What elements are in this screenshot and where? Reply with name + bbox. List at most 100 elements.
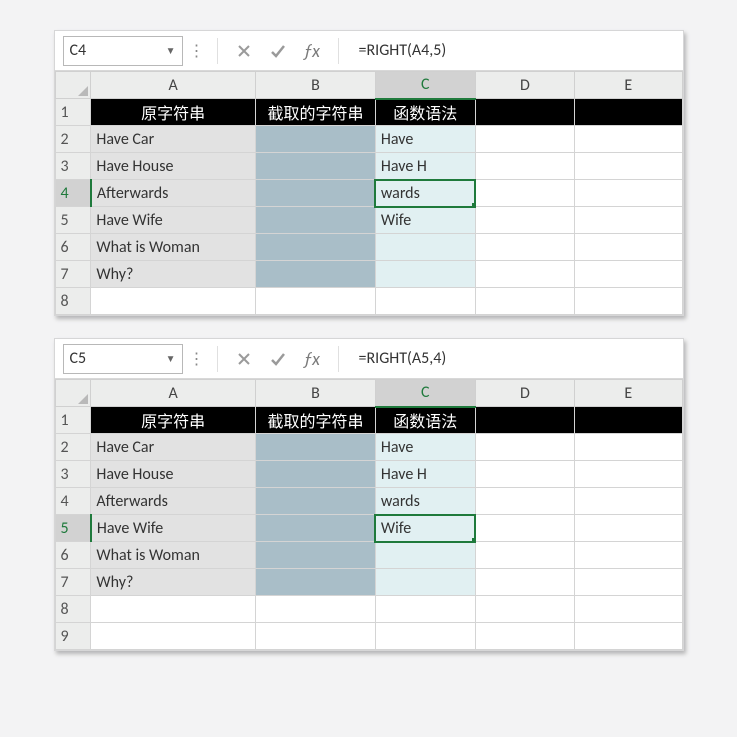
row-header[interactable]: 1 xyxy=(55,407,91,434)
cell-A3[interactable]: Have House xyxy=(91,461,256,488)
cell-A6[interactable]: What is Woman xyxy=(91,234,256,261)
cell-B1[interactable]: 截取的字符串 xyxy=(256,407,376,434)
column-header-C[interactable]: C xyxy=(375,72,475,99)
cell-B3[interactable] xyxy=(256,461,376,488)
column-header-D[interactable]: D xyxy=(475,380,574,407)
accept-icon[interactable] xyxy=(264,37,292,65)
cell-reference-box[interactable]: C5 ▼ xyxy=(63,344,183,374)
cell-D5[interactable] xyxy=(475,207,574,234)
column-header-A[interactable]: A xyxy=(91,72,256,99)
cell-B6[interactable] xyxy=(256,234,376,261)
cell-E3[interactable] xyxy=(575,461,682,488)
cell-D1[interactable] xyxy=(475,407,574,434)
cell-B3[interactable] xyxy=(256,153,376,180)
cell-D6[interactable] xyxy=(475,234,574,261)
accept-icon[interactable] xyxy=(264,345,292,373)
spreadsheet-grid[interactable]: ABCDE1原字符串截取的字符串函数语法2Have CarHave3Have H… xyxy=(55,71,683,315)
cell-C4[interactable]: wards xyxy=(375,488,475,515)
cell-B2[interactable] xyxy=(256,434,376,461)
row-header[interactable]: 5 xyxy=(55,207,91,234)
row-header[interactable]: 6 xyxy=(55,234,91,261)
cell-E6[interactable] xyxy=(575,542,682,569)
cell-C6[interactable] xyxy=(375,542,475,569)
cell-A2[interactable]: Have Car xyxy=(91,126,256,153)
row-header[interactable]: 7 xyxy=(55,261,91,288)
cell-E1[interactable] xyxy=(575,407,682,434)
fx-icon[interactable]: ƒx xyxy=(298,37,326,65)
more-icon[interactable]: ⋮ xyxy=(189,349,205,369)
cell-reference-box[interactable]: C4 ▼ xyxy=(63,36,183,66)
row-header[interactable]: 8 xyxy=(55,596,91,623)
row-header[interactable]: 4 xyxy=(55,488,91,515)
cell-A7[interactable]: Why? xyxy=(91,569,256,596)
cancel-icon[interactable] xyxy=(230,37,258,65)
cell-E8[interactable] xyxy=(575,596,682,623)
formula-input[interactable]: =RIGHT(A5,4) xyxy=(351,344,675,374)
cell-A3[interactable]: Have House xyxy=(91,153,256,180)
cell-C9[interactable] xyxy=(375,623,475,650)
cell-D7[interactable] xyxy=(475,261,574,288)
cell-B4[interactable] xyxy=(256,488,376,515)
fx-icon[interactable]: ƒx xyxy=(298,345,326,373)
column-header-B[interactable]: B xyxy=(256,380,376,407)
cell-D3[interactable] xyxy=(475,153,574,180)
column-header-C[interactable]: C xyxy=(375,380,475,407)
cell-E4[interactable] xyxy=(575,488,682,515)
cell-E2[interactable] xyxy=(575,126,682,153)
cell-D1[interactable] xyxy=(475,99,574,126)
cell-A5[interactable]: Have Wife xyxy=(91,515,256,542)
cell-C3[interactable]: Have H xyxy=(375,461,475,488)
cell-B5[interactable] xyxy=(256,515,376,542)
cell-C8[interactable] xyxy=(375,596,475,623)
column-header-E[interactable]: E xyxy=(575,380,682,407)
row-header[interactable]: 1 xyxy=(55,99,91,126)
cell-A4[interactable]: Afterwards xyxy=(91,488,256,515)
cell-B9[interactable] xyxy=(256,623,376,650)
cell-D9[interactable] xyxy=(475,623,574,650)
cell-E1[interactable] xyxy=(575,99,682,126)
cell-C5[interactable]: Wife xyxy=(375,207,475,234)
cell-B8[interactable] xyxy=(256,596,376,623)
cell-C1[interactable]: 函数语法 xyxy=(375,99,475,126)
dropdown-icon[interactable]: ▼ xyxy=(166,44,176,57)
cell-C1[interactable]: 函数语法 xyxy=(375,407,475,434)
cell-D8[interactable] xyxy=(475,288,574,315)
cell-E9[interactable] xyxy=(575,623,682,650)
select-all-corner[interactable] xyxy=(55,380,91,407)
row-header[interactable]: 4 xyxy=(55,180,91,207)
cell-D7[interactable] xyxy=(475,569,574,596)
cell-D2[interactable] xyxy=(475,434,574,461)
cell-E5[interactable] xyxy=(575,515,682,542)
cell-C7[interactable] xyxy=(375,569,475,596)
cell-B8[interactable] xyxy=(256,288,376,315)
cell-D8[interactable] xyxy=(475,596,574,623)
cell-C3[interactable]: Have H xyxy=(375,153,475,180)
cell-C8[interactable] xyxy=(375,288,475,315)
cell-C7[interactable] xyxy=(375,261,475,288)
cell-B1[interactable]: 截取的字符串 xyxy=(256,99,376,126)
row-header[interactable]: 9 xyxy=(55,623,91,650)
cell-A9[interactable] xyxy=(91,623,256,650)
cell-D3[interactable] xyxy=(475,461,574,488)
column-header-A[interactable]: A xyxy=(91,380,256,407)
column-header-D[interactable]: D xyxy=(475,72,574,99)
cell-B5[interactable] xyxy=(256,207,376,234)
cell-C6[interactable] xyxy=(375,234,475,261)
cell-A8[interactable] xyxy=(91,596,256,623)
cell-C4[interactable]: wards xyxy=(375,180,475,207)
cell-D2[interactable] xyxy=(475,126,574,153)
cell-D6[interactable] xyxy=(475,542,574,569)
more-icon[interactable]: ⋮ xyxy=(189,41,205,61)
cell-B7[interactable] xyxy=(256,569,376,596)
cell-A6[interactable]: What is Woman xyxy=(91,542,256,569)
cell-E5[interactable] xyxy=(575,207,682,234)
cell-E8[interactable] xyxy=(575,288,682,315)
formula-input[interactable]: =RIGHT(A4,5) xyxy=(351,36,675,66)
cell-A1[interactable]: 原字符串 xyxy=(91,99,256,126)
row-header[interactable]: 2 xyxy=(55,434,91,461)
cell-B6[interactable] xyxy=(256,542,376,569)
cell-A8[interactable] xyxy=(91,288,256,315)
cell-E7[interactable] xyxy=(575,569,682,596)
cell-E3[interactable] xyxy=(575,153,682,180)
spreadsheet-grid[interactable]: ABCDE1原字符串截取的字符串函数语法2Have CarHave3Have H… xyxy=(55,379,683,650)
